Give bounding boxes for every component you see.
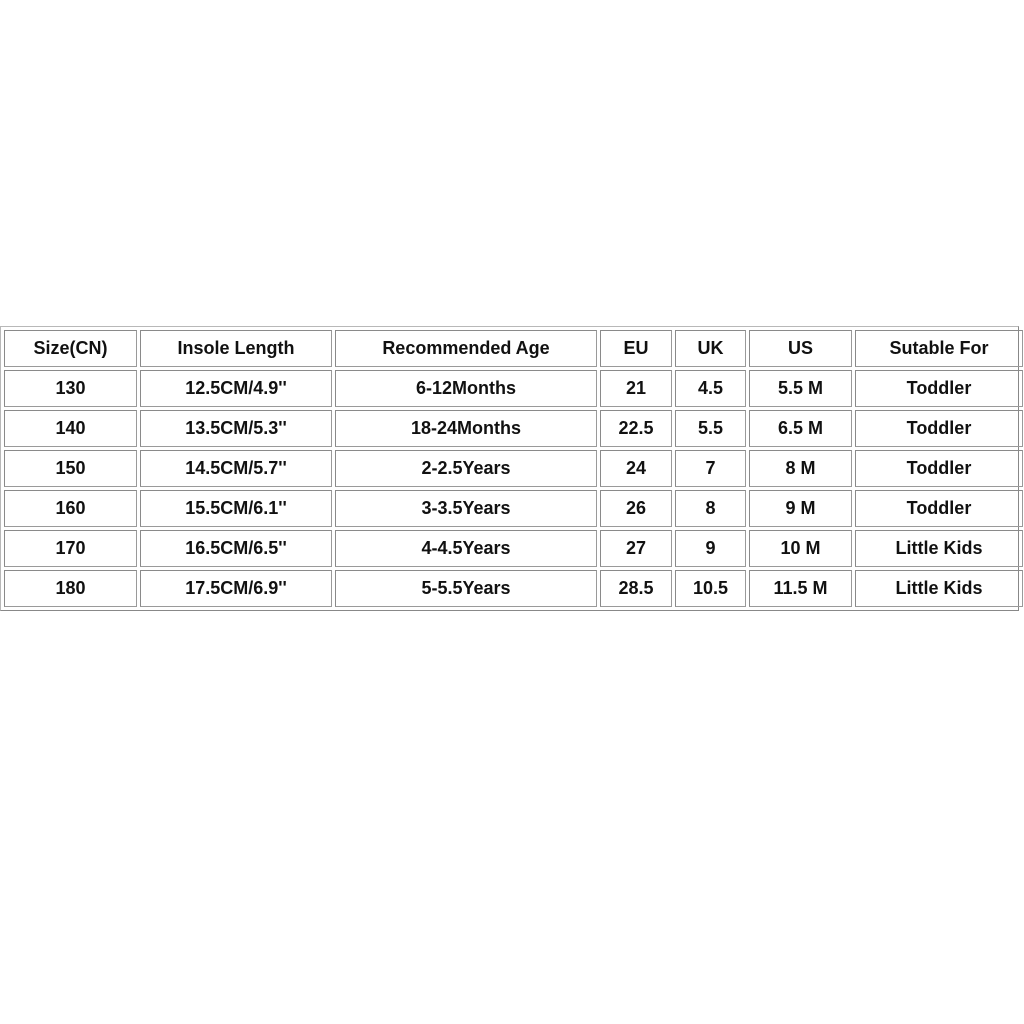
table-cell: 8 bbox=[675, 490, 746, 527]
table-cell: 18-24Months bbox=[335, 410, 597, 447]
table-row: 170 16.5CM/6.5'' 4-4.5Years 27 9 10 M Little K… bbox=[4, 530, 1023, 567]
table-cell: 9 M bbox=[749, 490, 852, 527]
table-cell: 170 bbox=[4, 530, 137, 567]
table-cell: 22.5 bbox=[600, 410, 672, 447]
table-cell: 16.5CM/6.5'' bbox=[140, 530, 332, 567]
table-cell: 10 M bbox=[749, 530, 852, 567]
table-cell: 130 bbox=[4, 370, 137, 407]
table-cell: 140 bbox=[4, 410, 137, 447]
table-row: 180 17.5CM/6.9'' 5-5.5Years 28.5 10.5 11.5 ML… bbox=[4, 570, 1023, 607]
table-cell: Toddler bbox=[855, 450, 1023, 487]
table-cell: 5.5 bbox=[675, 410, 746, 447]
table-cell: Little Kids bbox=[855, 570, 1023, 607]
table-cell: 5-5.5Years bbox=[335, 570, 597, 607]
table-cell: 15.5CM/6.1'' bbox=[140, 490, 332, 527]
table-cell: 12.5CM/4.9'' bbox=[140, 370, 332, 407]
table-cell: 160 bbox=[4, 490, 137, 527]
table-cell: 180 bbox=[4, 570, 137, 607]
header-cell: Size(CN) bbox=[4, 330, 137, 367]
table-cell: Toddler bbox=[855, 490, 1023, 527]
table-cell: 6.5 M bbox=[749, 410, 852, 447]
table-cell: 24 bbox=[600, 450, 672, 487]
table-cell: 9 bbox=[675, 530, 746, 567]
table-cell: 2-2.5Years bbox=[335, 450, 597, 487]
table-cell: 11.5 M bbox=[749, 570, 852, 607]
header-cell: Sutable For bbox=[855, 330, 1023, 367]
header-cell: Insole Length bbox=[140, 330, 332, 367]
table-cell: 3-3.5Years bbox=[335, 490, 597, 527]
table-row: 140 13.5CM/5.3'' 18-24Months 22.5 5.5 6.5 M To… bbox=[4, 410, 1023, 447]
header-cell: US bbox=[749, 330, 852, 367]
size-table: Size(CN) Insole Length Recommended Age EU UK… bbox=[1, 327, 1024, 610]
size-chart: Size(CN) Insole Length Recommended Age EU UK… bbox=[0, 326, 1023, 611]
table-cell: Toddler bbox=[855, 370, 1023, 407]
table-cell: 21 bbox=[600, 370, 672, 407]
table-cell: 17.5CM/6.9'' bbox=[140, 570, 332, 607]
table-cell: 7 bbox=[675, 450, 746, 487]
table-cell: 26 bbox=[600, 490, 672, 527]
table-cell: 14.5CM/5.7'' bbox=[140, 450, 332, 487]
header-row: Size(CN) Insole Length Recommended Age EU UK… bbox=[4, 330, 1023, 367]
table-row: 150 14.5CM/5.7'' 2-2.5Years 24 7 8 M Toddler bbox=[4, 450, 1023, 487]
table-cell: 27 bbox=[600, 530, 672, 567]
table-cell: 10.5 bbox=[675, 570, 746, 607]
table-cell: Toddler bbox=[855, 410, 1023, 447]
header-cell: EU bbox=[600, 330, 672, 367]
table-cell: 13.5CM/5.3'' bbox=[140, 410, 332, 447]
table-cell: 5.5 M bbox=[749, 370, 852, 407]
table-cell: 28.5 bbox=[600, 570, 672, 607]
table-cell: 4-4.5Years bbox=[335, 530, 597, 567]
table-cell: 4.5 bbox=[675, 370, 746, 407]
header-cell: UK bbox=[675, 330, 746, 367]
header-cell: Recommended Age bbox=[335, 330, 597, 367]
table-cell: Little Kids bbox=[855, 530, 1023, 567]
table-row: 130 12.5CM/4.9'' 6-12Months 21 4.5 5.5 M Toddl… bbox=[4, 370, 1023, 407]
table-cell: 150 bbox=[4, 450, 137, 487]
table-cell: 6-12Months bbox=[335, 370, 597, 407]
table-row: 160 15.5CM/6.1'' 3-3.5Years 26 8 9 M Toddler bbox=[4, 490, 1023, 527]
table-cell: 8 M bbox=[749, 450, 852, 487]
